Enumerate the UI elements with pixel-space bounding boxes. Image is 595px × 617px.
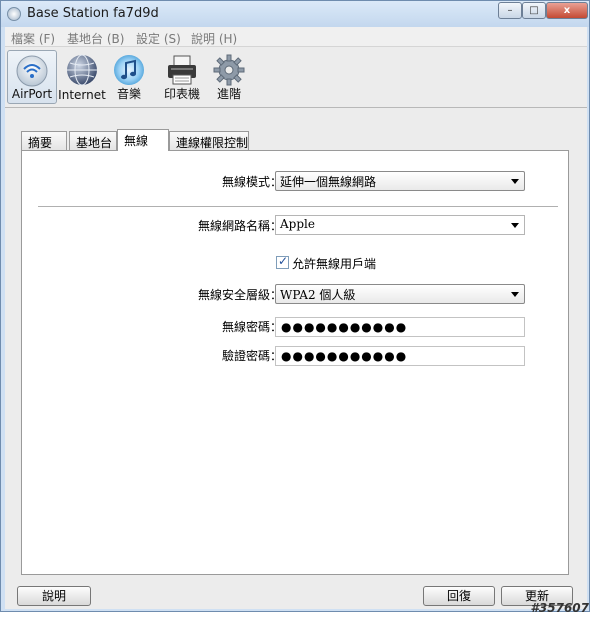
wireless-mode-value: 延伸一個無線網路 [280,175,377,189]
network-name-combobox[interactable]: Apple [275,215,525,235]
tab-summary[interactable]: 摘要 [21,131,67,151]
network-name-label: 無線網路名稱： [197,219,282,233]
app-icon [7,7,21,21]
printer-icon [168,55,196,85]
toolbar-airport[interactable]: AirPort [7,50,57,104]
app-window: Base Station fa7d9d – □ x 檔案 (F) 基地台 (B)… [0,0,590,612]
wireless-panel: 無線模式： 延伸一個無線網路 無線網路名稱： Apple ✓ 允許無線用戶端 無… [21,150,569,575]
music-icon [114,55,144,85]
title-bar[interactable]: Base Station fa7d9d – □ x [1,1,589,27]
toolbar-airport-label: AirPort [11,87,53,101]
checkmark-icon: ✓ [278,254,289,268]
tab-wireless[interactable]: 無線 [117,129,169,151]
tab-access-control[interactable]: 連線權限控制 [169,131,249,151]
toolbar-printer[interactable]: 印表機 [157,50,207,104]
toolbar-internet[interactable]: Internet [57,50,107,104]
password-label: 無線密碼： [221,320,282,334]
security-value: WPA2 個人級 [280,288,356,302]
gear-icon [213,54,245,86]
close-button[interactable]: x [546,2,588,19]
security-select[interactable]: WPA2 個人級 [275,284,525,304]
verify-password-label: 驗證密碼： [221,349,282,363]
watermark: #357607 [530,601,589,615]
menu-bar: 檔案 (F) 基地台 (B) 設定 (S) 說明 (H) [5,27,587,47]
verify-password-field[interactable]: ●●●●●●●●●●● [275,346,525,366]
wireless-mode-select[interactable]: 延伸一個無線網路 [275,171,525,191]
toolbar-divider [5,107,587,108]
security-label: 無線安全層級： [197,288,282,302]
airport-icon [16,55,48,87]
chevron-down-icon [511,292,519,297]
help-button[interactable]: 說明 [17,586,91,606]
password-field[interactable]: ●●●●●●●●●●● [275,317,525,337]
revert-button[interactable]: 回復 [423,586,495,606]
section-divider [38,206,558,207]
content-area: AirPort Internet 音樂 印表機 進階 摘要 基地台 無線 連線權… [5,47,587,609]
minimize-button[interactable]: – [498,2,522,19]
tab-base-station[interactable]: 基地台 [69,131,117,151]
wireless-mode-label: 無線模式： [221,175,282,189]
allow-clients-label[interactable]: 允許無線用戶端 [292,255,376,272]
network-name-value: Apple [280,217,315,231]
menu-file[interactable]: 檔案 (F) [11,30,55,47]
window-title: Base Station fa7d9d [27,6,159,21]
toolbar-advanced[interactable]: 進階 [209,50,249,104]
menu-base-station[interactable]: 基地台 (B) [67,30,124,47]
chevron-down-icon[interactable] [511,223,519,228]
menu-help[interactable]: 說明 (H) [191,30,237,47]
toolbar-advanced-label: 進階 [216,87,241,101]
allow-clients-checkbox[interactable]: ✓ [276,254,289,269]
chevron-down-icon [511,179,519,184]
menu-settings[interactable]: 設定 (S) [136,30,181,47]
maximize-button[interactable]: □ [522,2,546,19]
toolbar-internet-label: Internet [58,88,106,102]
globe-icon [67,54,97,86]
toolbar-music-label: 音樂 [116,87,141,101]
toolbar-printer-label: 印表機 [163,87,200,101]
toolbar-music[interactable]: 音樂 [109,50,149,104]
